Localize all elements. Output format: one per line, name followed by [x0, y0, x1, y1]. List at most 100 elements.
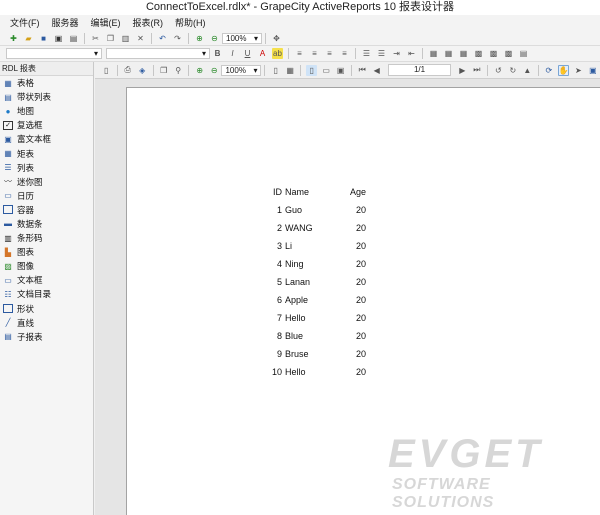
toolbox-item-map[interactable]: ● 地图 [0, 104, 93, 118]
bullets-icon[interactable]: ☰ [361, 48, 372, 59]
cell-id: 7 [276, 313, 282, 323]
selection-icon[interactable]: ➤ [573, 65, 584, 76]
continuous-icon[interactable]: ▯ [306, 64, 317, 76]
undo-icon[interactable]: ↶ [157, 33, 168, 44]
table-row: 6 Apple 20 [268, 291, 366, 309]
zoom-in-icon[interactable]: ⊕ [194, 33, 205, 44]
table-row: 3 Li 20 [268, 237, 366, 255]
viewer-zoom-select[interactable]: 100% ▾ [221, 64, 262, 76]
richtext-icon: ▣ [4, 134, 12, 144]
new-report-icon[interactable]: ✚ [8, 33, 19, 44]
forward-icon[interactable]: ↻ [508, 65, 519, 76]
toolbox-item-subreport[interactable]: ▤ 子报表 [0, 330, 93, 344]
delete-icon[interactable]: ✕ [135, 33, 146, 44]
pan-hand-icon[interactable]: ✋ [558, 64, 570, 76]
move-icon[interactable]: ✥ [271, 33, 282, 44]
bold-icon[interactable]: B [212, 48, 223, 59]
toolbox-item-calendar[interactable]: ▭ 日历 [0, 189, 93, 203]
toolbox-item-label: 子报表 [17, 331, 43, 342]
toolbox-item-barcode[interactable]: ▥ 条形码 [0, 231, 93, 245]
align-objects-icon[interactable]: ▦ [443, 48, 454, 59]
designer-zoom-select[interactable]: 100% ▾ [222, 32, 262, 44]
highlight-icon[interactable]: ab [272, 48, 283, 59]
format-toolbar: ▾ ▾ B I U A ab ≡ ≡ ≡ ≡ ☰ ☰ ⇥ ⇤ ▦ ▦ ▦ ▩ ▩… [0, 46, 600, 62]
parent-report-icon[interactable]: ▲ [522, 65, 533, 76]
open-folder-icon[interactable]: ▰ [23, 33, 34, 44]
zoom-out-icon[interactable]: ⊖ [209, 65, 220, 76]
toolbox-item-richtext[interactable]: ▣ 富文本框 [0, 132, 93, 146]
outdent-icon[interactable]: ⇤ [406, 48, 417, 59]
align-objects-icon[interactable]: ▦ [428, 48, 439, 59]
matrix-icon: ▦ [4, 149, 12, 159]
find-icon[interactable]: ⚲ [173, 65, 184, 76]
toolbox-item-image[interactable]: ▨ 图像 [0, 259, 93, 273]
paste-icon[interactable]: ▥ [120, 33, 131, 44]
toolbox-item-sparkline[interactable]: 〰迷你图 [0, 175, 93, 189]
publish-icon[interactable]: ▤ [68, 33, 79, 44]
next-page-icon[interactable]: ▶ [457, 65, 468, 76]
toolbox-item-toc[interactable]: ☷ 文档目录 [0, 287, 93, 301]
menu-server[interactable]: 服务器 [46, 15, 85, 31]
previous-page-icon[interactable]: ◀ [371, 65, 382, 76]
same-size-icon[interactable]: ▩ [503, 48, 514, 59]
align-objects-icon[interactable]: ▦ [458, 48, 469, 59]
snapshot-icon[interactable]: ▣ [588, 65, 599, 76]
menu-report[interactable]: 报表(R) [127, 15, 170, 31]
calendar-icon: ▭ [4, 191, 12, 201]
numbering-icon[interactable]: ☰ [376, 48, 387, 59]
last-page-icon[interactable]: ⏭ [472, 65, 483, 76]
toolbox-item-shape[interactable]: 形状 [0, 302, 93, 316]
zoom-out-icon[interactable]: ⊖ [209, 33, 220, 44]
menu-file[interactable]: 文件(F) [4, 15, 46, 31]
cut-icon[interactable]: ✂ [90, 33, 101, 44]
same-size-icon[interactable]: ▩ [473, 48, 484, 59]
toolbox-item-label: 矩表 [17, 148, 35, 159]
copy-icon[interactable]: ❐ [105, 33, 116, 44]
same-size-icon[interactable]: ▩ [488, 48, 499, 59]
toolbox-item-line[interactable]: ╱ 直线 [0, 316, 93, 330]
align-right-icon[interactable]: ≡ [324, 48, 335, 59]
menu-help[interactable]: 帮助(H) [169, 15, 212, 31]
indent-icon[interactable]: ⇥ [391, 48, 402, 59]
toolbox-item-label: 文档目录 [17, 289, 52, 300]
toolbox-item-textbox[interactable]: ▭ 文本框 [0, 273, 93, 287]
print-icon[interactable]: ⎙ [122, 65, 133, 76]
save-all-icon[interactable]: ▣ [53, 33, 64, 44]
multi-page-icon[interactable]: ▦ [285, 65, 296, 76]
font-name-select[interactable]: ▾ [6, 48, 102, 59]
gallery-mode-icon[interactable]: ▣ [335, 65, 346, 76]
page-view-icon[interactable]: ▭ [321, 65, 332, 76]
toolbox-item-banded-list[interactable]: ▤ 带状列表 [0, 90, 93, 104]
menu-edit[interactable]: 编辑(E) [85, 15, 127, 31]
redo-icon[interactable]: ↷ [172, 33, 183, 44]
table-row: 8 Blue 20 [268, 327, 366, 345]
toolbox-item-table[interactable]: ▦ 表格 [0, 76, 93, 90]
justify-icon[interactable]: ≡ [339, 48, 350, 59]
toolbox-item-label: 表格 [17, 78, 35, 89]
zoom-in-icon[interactable]: ⊕ [194, 65, 205, 76]
spacing-icon[interactable]: ▤ [518, 48, 529, 59]
toggle-sidebar-icon[interactable]: ▯ [101, 65, 112, 76]
font-size-select[interactable]: ▾ [106, 48, 210, 59]
toolbox-item-matrix[interactable]: ▦ 矩表 [0, 146, 93, 160]
first-page-icon[interactable]: ⏮ [357, 65, 368, 76]
save-icon[interactable]: ■ [38, 33, 49, 44]
copy-icon[interactable]: ❐ [158, 65, 169, 76]
toolbox-item-checkbox[interactable]: ✓ 复选框 [0, 118, 93, 132]
toolbox-item-databar[interactable]: ▬ 数据条 [0, 217, 93, 231]
refresh-icon[interactable]: ⟳ [544, 65, 555, 76]
gallery-icon[interactable]: ◈ [137, 65, 148, 76]
italic-icon[interactable]: I [227, 48, 238, 59]
underline-icon[interactable]: U [242, 48, 253, 59]
toolbox-item-container[interactable]: 容器 [0, 203, 93, 217]
page-number-input[interactable]: 1/1 [387, 64, 452, 76]
toolbar-separator [288, 48, 289, 59]
toolbar-separator [300, 64, 302, 76]
align-center-icon[interactable]: ≡ [309, 48, 320, 59]
toolbox-item-list[interactable]: ☰ 列表 [0, 161, 93, 175]
back-icon[interactable]: ↺ [493, 65, 504, 76]
toolbox-item-chart[interactable]: ▙ 图表 [0, 245, 93, 259]
align-left-icon[interactable]: ≡ [294, 48, 305, 59]
font-color-icon[interactable]: A [257, 48, 268, 59]
single-page-icon[interactable]: ▯ [270, 65, 281, 76]
